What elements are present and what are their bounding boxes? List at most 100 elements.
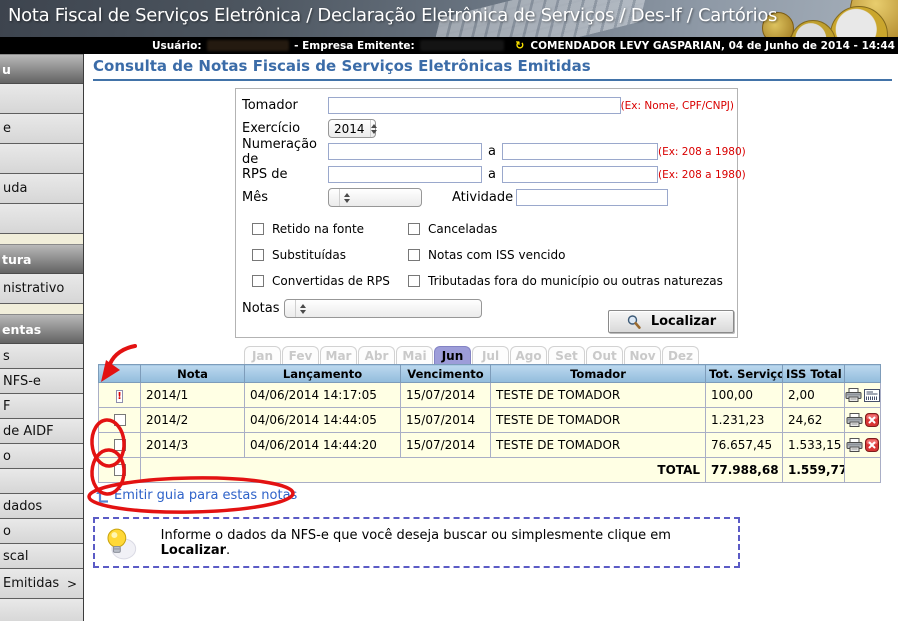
- emitente-label: - Empresa Emitente:: [294, 40, 415, 52]
- sidebar-item[interactable]: o: [0, 519, 83, 544]
- tomador-input[interactable]: [328, 97, 621, 114]
- numeracao-label: Numeração de: [242, 137, 328, 167]
- tab-set[interactable]: Set: [548, 346, 585, 364]
- sidebar-item[interactable]: [0, 204, 83, 234]
- delete-icon[interactable]: [865, 438, 879, 452]
- switch-company-icon[interactable]: ↻: [515, 40, 524, 51]
- sidebar-item[interactable]: [0, 469, 83, 494]
- tab-nov[interactable]: Nov: [624, 346, 661, 364]
- tab-fev[interactable]: Fev: [282, 346, 319, 364]
- rps-de-input[interactable]: [328, 166, 482, 183]
- sidebar-item[interactable]: [0, 144, 83, 174]
- print-icon[interactable]: [846, 413, 863, 427]
- submenu-arrow-icon: >: [67, 577, 83, 591]
- retido-na-fonte-label: Retido na fonte: [272, 222, 364, 236]
- info-text: Informe o dados da NFS-e que você deseja…: [161, 528, 738, 558]
- tab-dez[interactable]: Dez: [662, 346, 699, 364]
- actions-column-header: [845, 365, 881, 383]
- substituidas-checkbox[interactable]: [252, 249, 264, 261]
- annotation-arrow: [110, 346, 135, 364]
- tributadas-fora-label: Tributadas fora do município ou outras n…: [428, 274, 723, 288]
- row-checkbox[interactable]: [114, 414, 126, 426]
- sidebar-item-fiscal[interactable]: scal: [0, 544, 83, 569]
- tot-servicos-cell: 76.657,45: [706, 433, 783, 458]
- tab-ago[interactable]: Ago: [510, 346, 547, 364]
- retido-na-fonte-checkbox[interactable]: [252, 223, 264, 235]
- sidebar-item[interactable]: o: [0, 444, 83, 469]
- numeracao-de-input[interactable]: [328, 143, 482, 160]
- nota-cell: 2014/3: [141, 433, 245, 458]
- tab-abr[interactable]: Abr: [358, 346, 395, 364]
- convertidas-rps-checkbox[interactable]: [252, 275, 264, 287]
- table-row: ! 2014/1 04/06/2014 14:17:05 15/07/2014 …: [99, 383, 881, 408]
- sidebar-item-aidf[interactable]: de AIDF: [0, 419, 83, 444]
- tab-jun[interactable]: Jun: [434, 346, 471, 364]
- iss-vencido-checkbox[interactable]: [408, 249, 420, 261]
- sidebar-item-nfse[interactable]: NFS-e: [0, 369, 83, 394]
- tributadas-fora-checkbox[interactable]: [408, 275, 420, 287]
- user-bar: Usuário: - Empresa Emitente: ↻ COMENDADO…: [0, 37, 898, 54]
- sidebar-item-emitidas[interactable]: Emitidas >: [0, 569, 83, 599]
- col-vencimento: Vencimento: [401, 365, 491, 383]
- return-arrow-icon: [96, 487, 110, 503]
- row-checkbox[interactable]: [114, 439, 126, 451]
- vencimento-cell: 15/07/2014: [401, 383, 491, 408]
- select-all-checkbox[interactable]: [114, 464, 126, 476]
- col-tot-servicos: Tot. Serviços: [706, 365, 783, 383]
- iss-vencido-label: Notas com ISS vencido: [428, 248, 565, 262]
- print-icon[interactable]: [846, 438, 863, 452]
- iss-total-cell: 1.533,15: [783, 433, 845, 458]
- tab-jul[interactable]: Jul: [472, 346, 509, 364]
- exercicio-select[interactable]: 2014: [328, 119, 376, 138]
- rps-a-input[interactable]: [502, 166, 658, 183]
- localizar-button[interactable]: Localizar: [608, 310, 734, 333]
- atividade-label: Atividade: [452, 190, 516, 205]
- sidebar-item-administrativo[interactable]: nistrativo: [0, 274, 83, 304]
- stepper-icon: [295, 300, 310, 317]
- page-title: Consulta de Notas Fiscais de Serviços El…: [93, 57, 892, 81]
- tab-jan[interactable]: Jan: [244, 346, 281, 364]
- notas-select[interactable]: [284, 299, 482, 318]
- delete-icon[interactable]: [865, 413, 879, 427]
- tab-out[interactable]: Out: [586, 346, 623, 364]
- rps-label: RPS de: [242, 167, 328, 182]
- search-form: Tomador (Ex: Nome, CPF/CNPJ) Exercício 2…: [235, 88, 738, 338]
- lancamento-cell: 04/06/2014 14:17:05: [245, 383, 401, 408]
- range-separator: a: [488, 144, 496, 159]
- guia-icon[interactable]: [864, 389, 880, 402]
- convertidas-rps-label: Convertidas de RPS: [272, 274, 390, 288]
- canceladas-checkbox[interactable]: [408, 223, 420, 235]
- sidebar-item[interactable]: s: [0, 344, 83, 369]
- sidebar-section-prefeitura: tura: [0, 244, 83, 274]
- tomador-cell: TESTE DE TOMADOR: [491, 383, 706, 408]
- app-title: Nota Fiscal de Serviços Eletrônica / Dec…: [8, 5, 777, 26]
- exercicio-label: Exercício: [242, 121, 328, 136]
- sidebar-item[interactable]: e: [0, 114, 83, 144]
- stepper-icon: [339, 189, 354, 206]
- sidebar-item[interactable]: dados: [0, 494, 83, 519]
- col-iss-total: ISS Total: [783, 365, 845, 383]
- sidebar-item[interactable]: [0, 84, 83, 114]
- tomador-label: Tomador: [242, 98, 328, 113]
- emitir-guia-link[interactable]: Emitir guia para estas notas: [96, 487, 297, 503]
- numeracao-a-input[interactable]: [502, 143, 658, 160]
- mes-select[interactable]: [328, 188, 422, 207]
- sidebar-item[interactable]: [0, 599, 83, 621]
- iss-total-cell: 24,62: [783, 408, 845, 433]
- tab-mai[interactable]: Mai: [396, 346, 433, 364]
- sidebar-item[interactable]: F: [0, 394, 83, 419]
- print-icon[interactable]: [845, 388, 862, 402]
- select-column-header: [99, 365, 141, 383]
- search-icon: [626, 314, 642, 330]
- atividade-input[interactable]: [516, 189, 668, 206]
- table-header-row: Nota Lançamento Vencimento Tomador Tot. …: [99, 365, 881, 383]
- lancamento-cell: 04/06/2014 14:44:05: [245, 408, 401, 433]
- tomador-cell: TESTE DE TOMADOR: [491, 433, 706, 458]
- vencimento-cell: 15/07/2014: [401, 433, 491, 458]
- tab-mar[interactable]: Mar: [320, 346, 357, 364]
- sidebar-section-menu: u: [0, 54, 83, 84]
- lancamento-cell: 04/06/2014 14:44:20: [245, 433, 401, 458]
- notas-label: Notas: [242, 301, 284, 316]
- sidebar-item-ajuda[interactable]: uda: [0, 174, 83, 204]
- notas-table: Nota Lançamento Vencimento Tomador Tot. …: [98, 364, 881, 483]
